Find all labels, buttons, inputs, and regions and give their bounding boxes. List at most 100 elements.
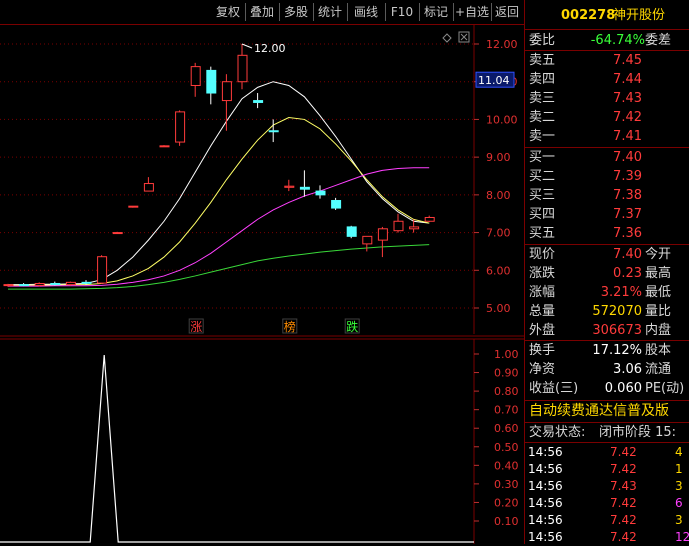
candle bbox=[221, 74, 232, 131]
chart-close-icon[interactable] bbox=[458, 31, 470, 43]
price-axis: 12.0011.0010.009.008.007.006.005.0011.04 bbox=[474, 38, 518, 315]
mark-button[interactable]: 标记 bbox=[419, 3, 454, 21]
volume-tick-label: 0.90 bbox=[494, 367, 519, 380]
row-label: 换手 bbox=[529, 343, 556, 358]
candle bbox=[143, 177, 154, 192]
candle bbox=[331, 197, 342, 210]
candle bbox=[97, 255, 108, 284]
row-right-label: 内盘 bbox=[645, 323, 672, 338]
chart-settings-icon[interactable] bbox=[442, 33, 452, 43]
candle bbox=[237, 44, 248, 90]
row-value: 572070 bbox=[592, 304, 642, 319]
tick-volume: 12 bbox=[675, 530, 689, 544]
row-right-label: 最低 bbox=[645, 285, 672, 300]
overlay-button[interactable]: 叠加 bbox=[245, 3, 280, 21]
row-label: 涨幅 bbox=[529, 285, 556, 300]
candlestick-series: 12.00 bbox=[3, 42, 435, 287]
row-label: 卖五 bbox=[529, 53, 556, 68]
weibi-row: 委比 -64.74% 委差 bbox=[525, 31, 689, 50]
candle bbox=[19, 283, 30, 287]
row-value: 7.40 bbox=[613, 150, 642, 165]
event-label: 涨 bbox=[190, 319, 202, 334]
row-label: 买三 bbox=[529, 188, 556, 203]
sell-level-row: 卖二 7.42 bbox=[525, 108, 689, 127]
tick-volume: 3 bbox=[675, 513, 683, 527]
volume-tick-label: 0.10 bbox=[494, 515, 519, 528]
back-button[interactable]: 返回 bbox=[491, 3, 523, 21]
row-label: 卖二 bbox=[529, 110, 556, 125]
stock-code: 002278 bbox=[561, 8, 616, 23]
row-label: 收益(三) bbox=[529, 381, 579, 396]
price-tick-label: 8.00 bbox=[486, 189, 511, 202]
volume-tick-label: 0.40 bbox=[494, 459, 519, 472]
candle bbox=[159, 145, 170, 148]
stock-header: 002278 神开股份 bbox=[525, 6, 689, 25]
chart-toolbar: 复权 叠加 多股 统计 画线 F10 标记 +自选 返回 bbox=[0, 0, 524, 25]
row-label: 买五 bbox=[529, 226, 556, 241]
volume-tick-label: 0.80 bbox=[494, 385, 519, 398]
tick-price: 7.42 bbox=[610, 530, 637, 544]
finance-stat-row: 换手 17.12% 股本 bbox=[525, 341, 689, 360]
candle bbox=[315, 185, 326, 199]
row-label: 外盘 bbox=[529, 323, 556, 338]
quote-stat-row: 涨幅 3.21% 最低 bbox=[525, 283, 689, 302]
tick-time: 14:56 bbox=[528, 530, 563, 544]
promo-text[interactable]: 自动续费通达信普及版 bbox=[529, 402, 669, 421]
tick-row: 14:56 7.42 1 bbox=[525, 461, 689, 478]
sell-level-row: 卖五 7.45 bbox=[525, 51, 689, 70]
tick-time: 14:56 bbox=[528, 496, 563, 510]
candle bbox=[128, 205, 139, 208]
row-right-label: PE(动) bbox=[645, 381, 685, 396]
row-label: 净资 bbox=[529, 362, 556, 377]
candle bbox=[206, 66, 217, 105]
row-value: 7.39 bbox=[613, 169, 642, 184]
finance-stat-row: 净资 3.06 流通 bbox=[525, 360, 689, 379]
volume-line bbox=[0, 354, 474, 543]
volume-tick-label: 0.30 bbox=[494, 478, 519, 491]
candle bbox=[50, 281, 61, 286]
row-label: 买四 bbox=[529, 207, 556, 222]
row-value: 7.41 bbox=[613, 129, 642, 144]
candle bbox=[175, 110, 186, 146]
fuquan-button[interactable]: 复权 bbox=[211, 3, 246, 21]
promo-banner[interactable]: 自动续费通达信普及版 bbox=[525, 402, 689, 421]
tick-time: 14:56 bbox=[528, 445, 563, 459]
tick-row: 14:56 7.42 6 bbox=[525, 495, 689, 512]
tick-volume: 1 bbox=[675, 462, 683, 476]
kline-chart[interactable]: 12.00 12.0011.0010.009.008.007.006.005.0… bbox=[0, 24, 524, 544]
current-price-tag: 11.04 bbox=[478, 74, 510, 87]
high-price-annotation: 12.00 bbox=[254, 42, 286, 55]
row-right-label: 量比 bbox=[645, 304, 672, 319]
add-watchlist-button[interactable]: +自选 bbox=[453, 3, 492, 21]
candle bbox=[346, 225, 357, 239]
f10-button[interactable]: F10 bbox=[385, 3, 420, 21]
tick-time: 14:56 bbox=[528, 462, 563, 476]
draw-line-button[interactable]: 画线 bbox=[347, 3, 386, 21]
row-label: 卖四 bbox=[529, 72, 556, 87]
multi-stock-button[interactable]: 多股 bbox=[279, 3, 314, 21]
tick-price: 7.43 bbox=[610, 479, 637, 493]
candle bbox=[362, 235, 373, 252]
volume-tick-label: 0.50 bbox=[494, 441, 519, 454]
buy-level-row: 买三 7.38 bbox=[525, 186, 689, 205]
candle bbox=[377, 226, 388, 258]
buy-level-row: 买二 7.39 bbox=[525, 167, 689, 186]
tick-time: 14:56 bbox=[528, 479, 563, 493]
event-label: 跌 bbox=[346, 319, 358, 334]
row-value: 3.06 bbox=[613, 362, 642, 377]
row-value: 7.42 bbox=[613, 110, 642, 125]
ma-line bbox=[8, 167, 430, 287]
trade-status-row: 交易状态: 闭市阶段 15: bbox=[525, 423, 689, 442]
row-right-label: 股本 bbox=[645, 343, 672, 358]
statistics-button[interactable]: 统计 bbox=[313, 3, 348, 21]
sell-level-row: 卖一 7.41 bbox=[525, 127, 689, 146]
row-label: 卖三 bbox=[529, 91, 556, 106]
tick-volume: 6 bbox=[675, 496, 683, 510]
row-value: 0.23 bbox=[613, 266, 642, 281]
weibi-value: -64.74% bbox=[590, 33, 645, 48]
row-value: 7.43 bbox=[613, 91, 642, 106]
price-tick-label: 7.00 bbox=[486, 227, 511, 240]
event-label: 榜 bbox=[284, 319, 296, 334]
candle bbox=[299, 170, 310, 197]
quote-stat-row: 外盘 306673 内盘 bbox=[525, 321, 689, 340]
